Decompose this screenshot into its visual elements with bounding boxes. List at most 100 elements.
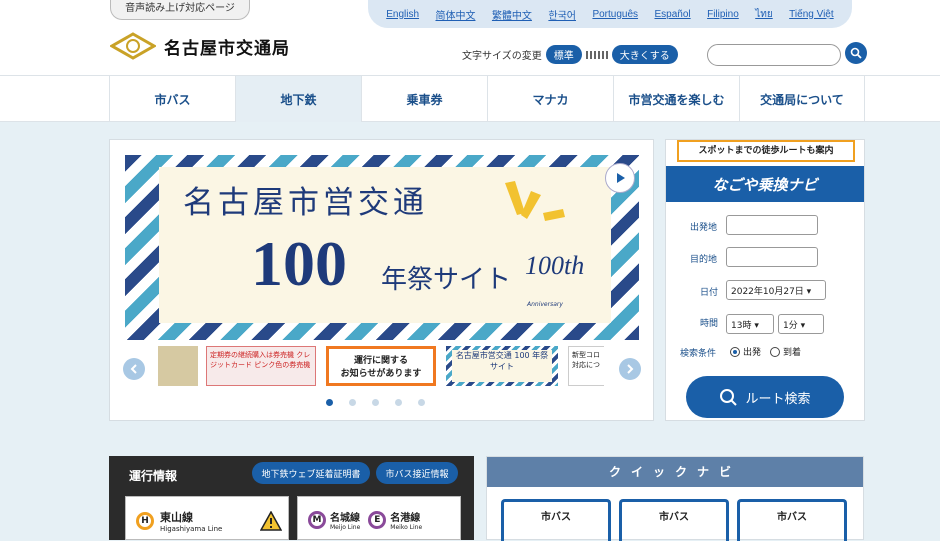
slider-dot-4[interactable] [395, 399, 402, 406]
line-name: 東山線 [160, 511, 193, 524]
arrive-radio[interactable]: 到着 [770, 345, 801, 358]
slider-dots [326, 399, 425, 406]
quick-navi-title: クイックナビ [487, 457, 863, 487]
language-bar: English 简体中文 繁體中文 한국어 Português Español … [368, 0, 852, 28]
thumbnail-4-text: 名古屋市営交通 100 年祭サイト [452, 350, 552, 382]
date-value: 2022年10月27日 [731, 287, 804, 297]
operation-info-panel: 運行情報 地下鉄ウェブ延着証明書 市バス接近情報 H 東山線 Higashiya… [109, 456, 474, 540]
slider-dot-3[interactable] [372, 399, 379, 406]
bus-approach-button[interactable]: 市バス接近情報 [376, 462, 458, 484]
lang-link-spanish[interactable]: Español [655, 9, 691, 20]
font-size-control: 文字サイズの変更 標準 大きくする [462, 45, 678, 64]
main-navigation: 市バス 地下鉄 乗車券 マナカ 市営交通を楽しむ 交通局について [0, 76, 940, 122]
line-mark-e: E [368, 511, 387, 529]
slider-dot-5[interactable] [418, 399, 425, 406]
depart-radio-circle [730, 346, 740, 357]
lang-link-vietnamese[interactable]: Tiếng Việt [789, 9, 833, 20]
arrive-radio-label: 到着 [783, 348, 802, 358]
logo-text: 名古屋市交通局 [164, 38, 290, 59]
date-label: 日付 [700, 288, 719, 298]
site-search-button[interactable] [845, 42, 867, 64]
search-icon [850, 47, 862, 59]
route-search-button-label: ルート検索 [745, 391, 811, 407]
lang-link-filipino[interactable]: Filipino [707, 9, 739, 20]
slider-dot-1[interactable] [326, 399, 333, 406]
route-search-header: なごや乗換ナビ [666, 166, 864, 202]
lang-link-korean[interactable]: 한국어 [548, 7, 576, 22]
lang-link-zh-hans[interactable]: 简体中文 [435, 7, 475, 22]
operation-info-title: 運行情報 [129, 469, 178, 483]
condition-label: 検索条件 [680, 349, 717, 359]
arrive-radio-circle [770, 346, 780, 357]
line-roman: Meiko Line [390, 524, 423, 531]
lang-link-thai[interactable]: ไทย [755, 7, 772, 22]
chevron-left-icon [130, 364, 137, 374]
depart-radio-label: 出発 [743, 348, 762, 358]
minute-select[interactable]: 1分 ▾ [778, 314, 824, 334]
depart-radio[interactable]: 出発 [730, 345, 761, 358]
lang-link-zh-hant[interactable]: 繁體中文 [492, 7, 532, 22]
site-header: 音声読み上げ対応ページ English 简体中文 繁體中文 한국어 Portug… [0, 0, 940, 76]
warning-icon [260, 511, 282, 531]
anniversary-mark: 100th [525, 251, 585, 280]
quick-card-1[interactable]: 市バス [501, 499, 611, 541]
hero-slider: 名古屋市営交通 100 年祭サイト 100th Anniversary 定期券の… [109, 139, 654, 421]
banner-subtitle: 年祭サイト [381, 265, 512, 295]
site-search-input[interactable] [707, 44, 841, 66]
font-size-indicator [585, 50, 608, 59]
thumbnail-5[interactable]: 新型コロ 対応につ [568, 346, 604, 386]
nav-tickets[interactable]: 乗車券 [361, 76, 487, 122]
nav-about-bureau[interactable]: 交通局について [739, 76, 865, 122]
quick-card-3[interactable]: 市バス [737, 499, 847, 541]
font-size-label: 文字サイズの変更 [462, 51, 542, 62]
lang-link-english[interactable]: English [386, 9, 419, 20]
banner-number: 100 [251, 228, 347, 299]
line-mark-h: H [136, 512, 154, 530]
thumbnail-5-text: 新型コロ 対応につ [572, 351, 600, 369]
hour-select[interactable]: 13時 ▾ [726, 314, 774, 334]
line-name: 名城線 [330, 513, 360, 524]
thumbnail-3-text: 運行に関する お知らせがあります [340, 356, 422, 379]
nav-manaca[interactable]: マナカ [487, 76, 613, 122]
nav-city-bus[interactable]: 市バス [109, 76, 235, 122]
slider-next-button[interactable] [619, 358, 641, 380]
line-name: 名港線 [390, 513, 421, 524]
line-roman: Higashiyama Line [160, 525, 223, 533]
to-label: 目的地 [690, 255, 718, 265]
slider-dot-2[interactable] [349, 399, 356, 406]
quick-navi-panel: クイックナビ 市バス 市バス 市バス [486, 456, 864, 541]
line-card-meijo-meiko[interactable]: M 名城線 Meijo Line E 名港線 Meiko Line [297, 496, 461, 540]
thumbnail-1[interactable] [158, 346, 198, 386]
time-label: 時間 [700, 319, 719, 329]
thumbnail-3[interactable]: 運行に関する お知らせがあります [326, 346, 436, 386]
anniversary-sub: Anniversary [527, 301, 563, 308]
from-input[interactable] [726, 215, 818, 235]
font-large-button[interactable]: 大きくする [611, 45, 678, 64]
nav-enjoy-transit[interactable]: 市営交通を楽しむ [613, 76, 739, 122]
route-callout: スポットまでの徒歩ルートも案内 [677, 140, 855, 162]
line-roman: Meijo Line [330, 524, 361, 531]
voice-reading-button[interactable]: 音声読み上げ対応ページ [110, 0, 250, 20]
banner-title: 名古屋市営交通 [183, 185, 428, 221]
nav-subway[interactable]: 地下鉄 [235, 76, 361, 122]
quick-card-2[interactable]: 市バス [619, 499, 729, 541]
search-icon [720, 389, 738, 406]
sparkle-icon [505, 181, 565, 221]
font-standard-button[interactable]: 標準 [545, 45, 582, 64]
chevron-right-icon [627, 364, 634, 374]
slider-play-button[interactable] [605, 163, 635, 193]
play-icon [617, 173, 625, 183]
thumbnail-2[interactable]: 定期券の継続購入は券売機 クレジットカード ピンク色の券売機 [206, 346, 316, 386]
slider-prev-button[interactable] [123, 358, 145, 380]
lang-link-portuguese[interactable]: Português [592, 9, 638, 20]
line-card-higashiyama[interactable]: H 東山線 Higashiyama Line [125, 496, 289, 540]
site-logo[interactable]: 名古屋市交通局 [110, 32, 290, 60]
delay-certificate-button[interactable]: 地下鉄ウェブ延着証明書 [252, 462, 370, 484]
to-input[interactable] [726, 247, 818, 267]
route-search-panel: スポットまでの徒歩ルートも案内 なごや乗換ナビ 出発地 目的地 日付 2022年… [665, 139, 865, 421]
thumbnail-4[interactable]: 名古屋市営交通 100 年祭サイト [446, 346, 558, 386]
route-search-button[interactable]: ルート検索 [686, 376, 844, 418]
slide-banner[interactable]: 名古屋市営交通 100 年祭サイト 100th Anniversary [125, 155, 639, 340]
date-select[interactable]: 2022年10月27日 ▾ [726, 280, 826, 300]
line-mark-m: M [308, 511, 326, 529]
